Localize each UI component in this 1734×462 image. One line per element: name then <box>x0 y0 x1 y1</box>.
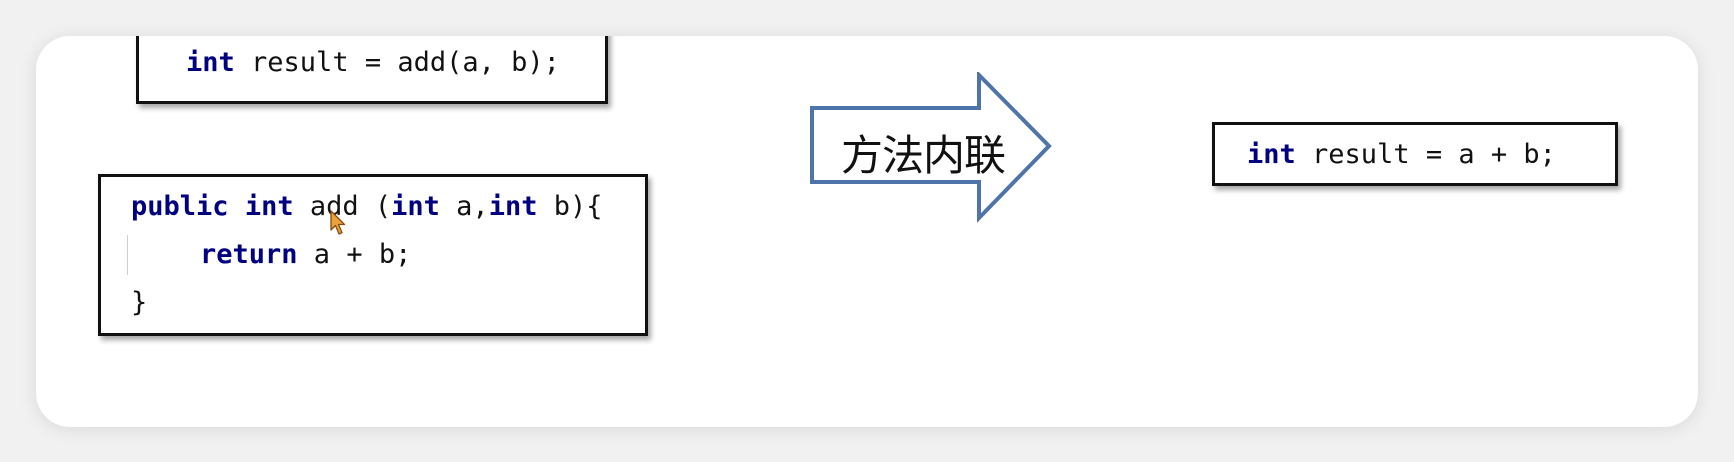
inlined-expression: result = a + b; <box>1295 139 1556 170</box>
method-body-line: return a + b; <box>200 239 411 270</box>
call-site-code-box: int result = add(a, b); <box>136 36 608 104</box>
method-definition-code-box: public int add (int a,int b){ return a +… <box>98 174 648 336</box>
arrow-label: 方法内联 <box>841 131 1006 180</box>
keyword-int: int <box>488 191 538 222</box>
return-expression: a + b; <box>297 239 412 270</box>
method-inlining-arrow: 方法内联 <box>809 72 1087 240</box>
indent-guide <box>127 235 128 275</box>
inlined-code-line: int result = a + b; <box>1247 139 1556 170</box>
keyword-int: int <box>1247 139 1296 170</box>
param-b: b){ <box>537 191 603 222</box>
param-a: a, <box>439 191 489 222</box>
keyword-int: int <box>391 191 440 222</box>
inlined-result-code-box: int result = a + b; <box>1212 122 1618 186</box>
keyword-int: int <box>244 191 294 222</box>
keyword-public: public <box>131 191 229 222</box>
call-site-code-line: int result = add(a, b); <box>186 47 560 78</box>
diagram-canvas: int result = add(a, b); public int add (… <box>36 36 1698 427</box>
mouse-pointer-icon <box>330 210 346 235</box>
closing-brace: } <box>131 287 148 318</box>
method-signature-line: public int add (int a,int b){ <box>131 191 603 222</box>
call-expression: result = add(a, b); <box>234 47 560 78</box>
keyword-return: return <box>200 239 298 270</box>
keyword-int: int <box>186 47 235 78</box>
